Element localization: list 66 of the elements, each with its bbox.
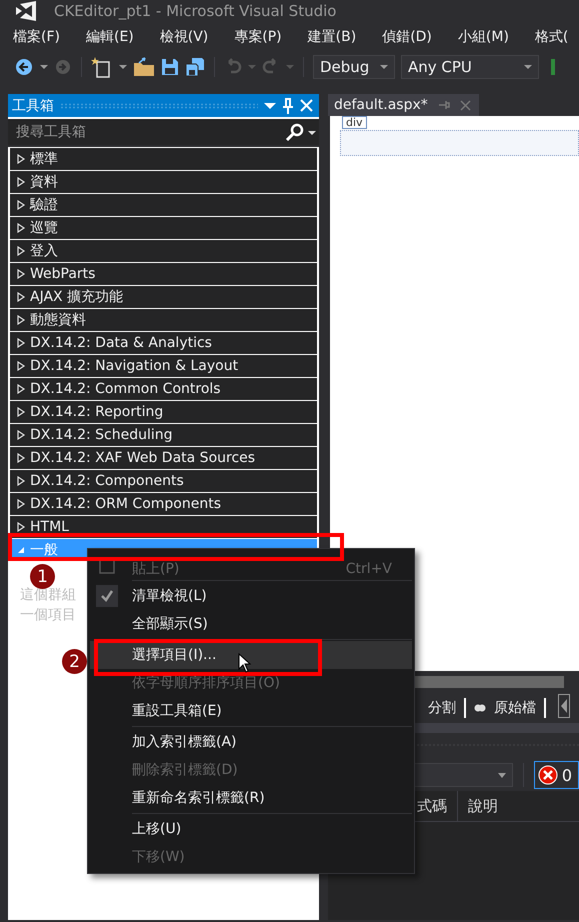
- search-bar[interactable]: 搜尋工具箱: [8, 119, 319, 147]
- pin-icon[interactable]: [438, 100, 450, 110]
- document-tab[interactable]: default.aspx*: [328, 94, 479, 116]
- context-menu-item[interactable]: 加入索引標籤(A): [90, 728, 412, 756]
- shortcut-text: Ctrl+V: [346, 560, 392, 576]
- caret-icon: [119, 64, 127, 70]
- toolbox-group[interactable]: 登入: [10, 240, 317, 262]
- toolbox-group[interactable]: AJAX 擴充功能: [10, 286, 317, 308]
- menu-item[interactable]: 檔案(F): [6, 28, 67, 46]
- menu-item[interactable]: 專案(P): [227, 28, 289, 46]
- panel-title: 工具箱: [12, 96, 54, 114]
- menu-item[interactable]: 檢視(V): [152, 28, 216, 46]
- toolbox-group[interactable]: DX.14.2: Scheduling: [10, 424, 317, 446]
- toolbox-group[interactable]: DX.14.2: Data & Analytics: [10, 332, 317, 354]
- element-tag: div: [342, 116, 367, 129]
- toolbox-group[interactable]: 驗證: [10, 194, 317, 216]
- toolbox-group[interactable]: DX.14.2: Navigation & Layout: [10, 355, 317, 377]
- caret-icon: [286, 64, 294, 70]
- context-menu-item[interactable]: 重設工具箱(E): [90, 697, 412, 725]
- toolbox-group[interactable]: 動態資料: [10, 309, 317, 331]
- scroll-left-icon[interactable]: [558, 694, 570, 718]
- error-icon: [538, 765, 558, 785]
- empty-group-text: 這個群組: [20, 586, 76, 605]
- save-all-icon: [185, 57, 205, 77]
- visual-studio-logo-icon: [14, 1, 38, 21]
- source-view-tab[interactable]: 原始檔: [494, 699, 536, 717]
- toolbox-group[interactable]: DX.14.2: Components: [10, 470, 317, 492]
- toolbox-group[interactable]: DX.14.2: Reporting: [10, 401, 317, 423]
- caret-icon: [498, 772, 506, 778]
- empty-group-text: 一個項目: [20, 606, 76, 625]
- split-view-tab[interactable]: 分割: [428, 699, 456, 717]
- caret-icon: [248, 64, 256, 70]
- toolbox-group[interactable]: 巡覽: [10, 217, 317, 239]
- context-menu-item[interactable]: 清單檢視(L): [90, 582, 412, 610]
- errors-filter-button[interactable]: 0: [534, 761, 579, 789]
- context-menu-item[interactable]: 重新命名索引標籤(R): [90, 784, 412, 812]
- toolbox-group[interactable]: 標準: [10, 148, 317, 170]
- toolbox-group[interactable]: 資料: [10, 171, 317, 193]
- search-field[interactable]: 搜尋工具箱: [14, 123, 285, 141]
- menu-item[interactable]: 偵錯(D): [375, 28, 439, 46]
- column-header[interactable]: 說明: [458, 791, 508, 821]
- platform-dropdown[interactable]: Any CPU: [401, 55, 539, 79]
- close-icon[interactable]: [460, 100, 471, 110]
- menu-item[interactable]: 格式(: [528, 28, 576, 46]
- context-menu-item[interactable]: 全部顯示(S): [90, 610, 412, 638]
- forward-icon: [54, 58, 72, 76]
- menu-item[interactable]: 編輯(E): [78, 28, 141, 46]
- source-icon: [474, 703, 486, 713]
- search-icon: [285, 123, 305, 141]
- menu-item[interactable]: 建置(B): [300, 28, 364, 46]
- save-icon: [161, 58, 179, 76]
- toolbox-group[interactable]: WebParts: [10, 263, 317, 285]
- caret-icon: [40, 64, 48, 70]
- back-icon: [14, 57, 34, 77]
- toolbox-group[interactable]: DX.14.2: Common Controls: [10, 378, 317, 400]
- context-menu-item[interactable]: 上移(U): [90, 815, 412, 843]
- context-menu-item[interactable]: 選擇項目(I)...: [90, 641, 412, 669]
- window-title: CKEditor_pt1 - Microsoft Visual Studio: [54, 2, 336, 20]
- mouse-cursor-icon: [238, 653, 252, 673]
- toolbox-group[interactable]: DX.14.2: XAF Web Data Sources: [10, 447, 317, 469]
- open-folder-icon: [133, 57, 155, 77]
- new-project-icon: [91, 56, 113, 78]
- menu-item[interactable]: 小組(M): [450, 28, 516, 46]
- check-icon: [100, 589, 114, 603]
- toolbox-group[interactable]: DX.14.2: ORM Components: [10, 493, 317, 515]
- configuration-dropdown[interactable]: Debug: [313, 55, 395, 79]
